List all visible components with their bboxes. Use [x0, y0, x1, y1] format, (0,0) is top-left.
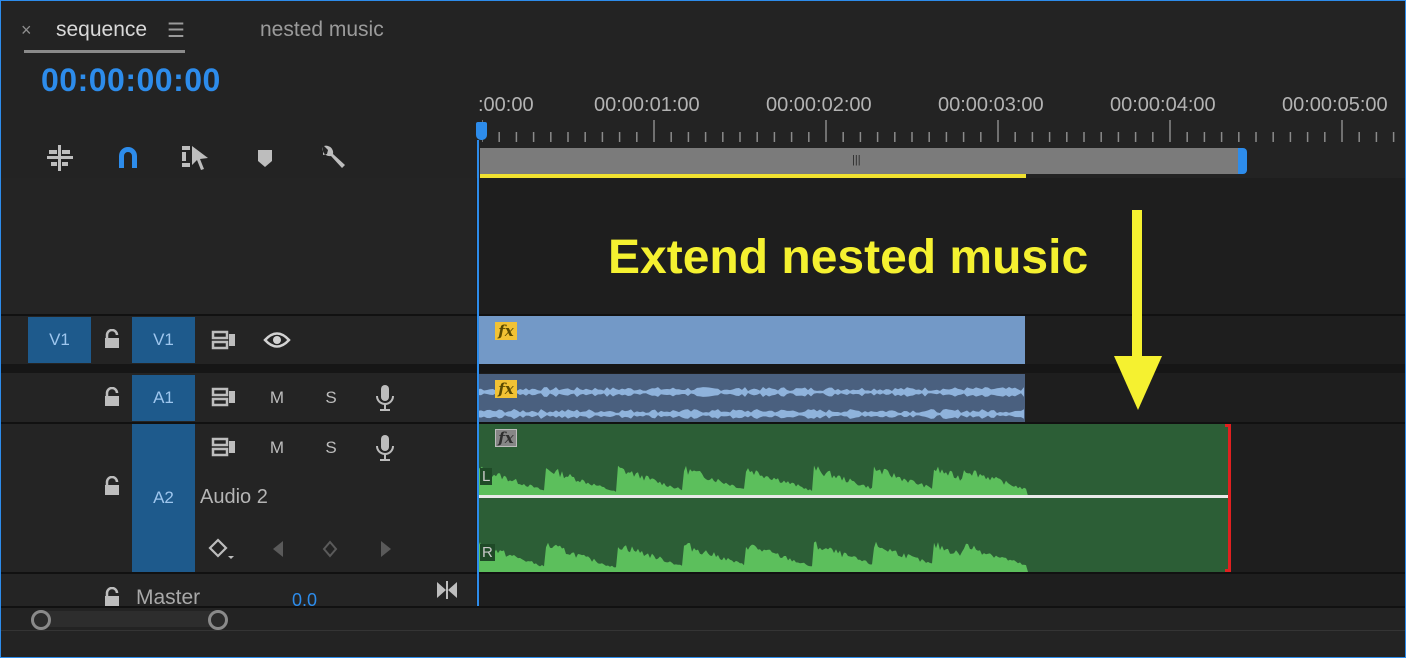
- annotation-text: Extend nested music: [608, 231, 1089, 284]
- waveform-a1: [478, 387, 1024, 419]
- channel-label-left: L: [480, 468, 493, 485]
- panel-menu-icon[interactable]: ☰: [167, 18, 185, 43]
- fx-badge: fx: [495, 380, 517, 398]
- playhead-line[interactable]: [477, 140, 479, 606]
- track-target-a2[interactable]: A2: [132, 424, 195, 572]
- track-divider: [0, 364, 1406, 373]
- voice-over-record-icon[interactable]: [372, 433, 398, 463]
- active-tab-indicator: [24, 50, 185, 53]
- zoom-handle-left[interactable]: [31, 610, 51, 630]
- go-to-in-out-icon[interactable]: [434, 578, 460, 602]
- ruler-label-2: 00:00:02:00: [766, 94, 872, 116]
- lock-icon[interactable]: [100, 586, 124, 608]
- time-ruler[interactable]: [482, 118, 1406, 144]
- annotation-arrow-down-icon: [1114, 210, 1162, 410]
- zoom-handle-right[interactable]: [208, 610, 228, 630]
- insert-sequence-as-nest-icon[interactable]: [44, 142, 76, 174]
- track-target-v1[interactable]: V1: [132, 317, 195, 363]
- audio-clip-a1[interactable]: [478, 374, 1025, 422]
- ruler-label-4: 00:00:04:00: [1110, 94, 1216, 116]
- ruler-label-1: 00:00:01:00: [594, 94, 700, 116]
- ruler-label-3: 00:00:03:00: [938, 94, 1044, 116]
- playhead-handle[interactable]: [476, 122, 487, 140]
- track-name-audio-2[interactable]: Audio 2: [200, 486, 268, 509]
- track-headers: [0, 178, 476, 608]
- previous-keyframe-icon[interactable]: [266, 538, 290, 560]
- add-marker-icon[interactable]: [249, 142, 281, 174]
- solo-button-a2[interactable]: S: [320, 436, 342, 460]
- panel-divider: [0, 630, 1406, 631]
- work-area-end-handle[interactable]: [1238, 148, 1247, 174]
- add-keyframe-icon[interactable]: [318, 538, 342, 560]
- channel-label-right: R: [480, 544, 495, 561]
- track-target-a1[interactable]: A1: [132, 375, 195, 421]
- source-patch-v1[interactable]: V1: [28, 317, 91, 363]
- master-track-label: Master: [136, 586, 201, 609]
- volume-rubber-band[interactable]: [478, 495, 1228, 498]
- work-area-grip-icon[interactable]: |||: [852, 154, 861, 166]
- lock-icon[interactable]: [100, 474, 124, 498]
- show-keyframes-icon[interactable]: [206, 536, 236, 562]
- fx-badge: fx: [495, 322, 517, 340]
- fx-badge: fx: [495, 429, 517, 447]
- sync-lock-icon[interactable]: [210, 435, 238, 459]
- zoom-scroll-thumb[interactable]: [38, 611, 220, 627]
- snap-magnet-icon[interactable]: [112, 142, 144, 174]
- voice-over-record-icon[interactable]: [372, 383, 398, 413]
- linked-selection-icon[interactable]: [180, 142, 212, 174]
- toggle-track-output-eye-icon[interactable]: [262, 328, 292, 352]
- solo-button-a1[interactable]: S: [320, 386, 342, 410]
- next-keyframe-icon[interactable]: [374, 538, 398, 560]
- mute-button-a2[interactable]: M: [266, 436, 288, 460]
- sync-lock-icon[interactable]: [210, 328, 238, 352]
- settings-wrench-icon[interactable]: [316, 142, 348, 174]
- audio-clip-nested-music[interactable]: [478, 424, 1228, 572]
- track-divider: [0, 572, 1406, 574]
- ruler-label-5: 00:00:05:00: [1282, 94, 1388, 116]
- tab-nested-music[interactable]: nested music: [260, 18, 384, 42]
- mute-button-a1[interactable]: M: [266, 386, 288, 410]
- video-clip-nested-music[interactable]: [478, 316, 1025, 364]
- playhead-timecode[interactable]: 00:00:00:00: [41, 62, 221, 99]
- close-tab-icon[interactable]: ×: [21, 20, 32, 41]
- lock-icon[interactable]: [100, 327, 124, 351]
- tab-sequence[interactable]: sequence: [56, 18, 147, 42]
- trim-out-edge-handle[interactable]: [1225, 424, 1231, 572]
- lock-icon[interactable]: [100, 385, 124, 409]
- ruler-label-0: :00:00: [478, 94, 534, 116]
- sync-lock-icon[interactable]: [210, 385, 238, 409]
- waveform-a2: [478, 465, 1028, 572]
